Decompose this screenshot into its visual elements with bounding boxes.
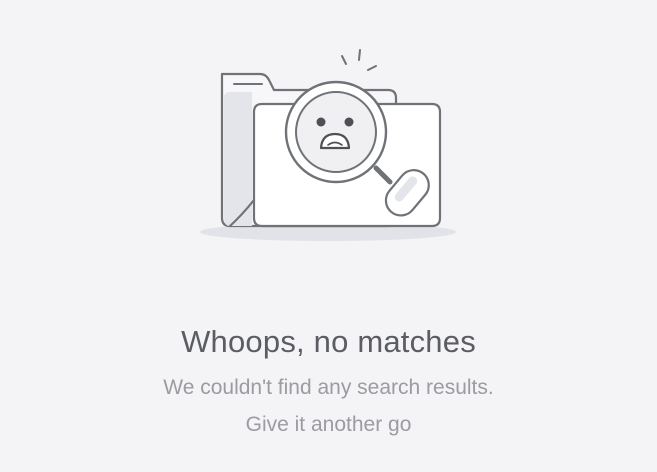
no-results-message-line2: Give it another go bbox=[245, 413, 412, 436]
no-results-illustration bbox=[190, 40, 480, 255]
no-results-message-line1: We couldn't find any search results. bbox=[163, 376, 494, 399]
no-results-screen: Whoops, no matches We couldn't find any … bbox=[0, 0, 657, 472]
no-results-title: Whoops, no matches bbox=[181, 324, 476, 359]
folder-magnifier-sad-face-icon bbox=[200, 49, 456, 241]
